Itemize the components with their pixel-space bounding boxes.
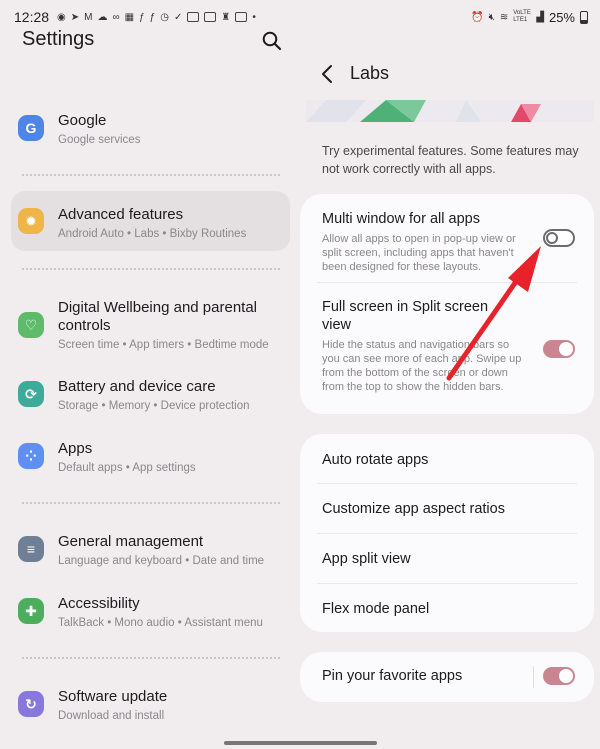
- settings-item-google[interactable]: G Google Google services: [11, 112, 290, 152]
- battery-percent: 25%: [548, 9, 575, 25]
- toggle-knob: [546, 232, 558, 244]
- person-icon: ✚: [18, 598, 44, 624]
- settings-item-general-management[interactable]: ≡ General management Language and keyboa…: [11, 533, 290, 569]
- feature-row-full-screen-split[interactable]: Full screen in Split screen view Hide th…: [322, 298, 526, 394]
- settings-item-title: Software update: [58, 688, 168, 705]
- update-icon: ↻: [18, 691, 44, 717]
- google-icon: G: [18, 115, 44, 141]
- settings-item-subtitle: Google services: [58, 134, 141, 146]
- feature-title: Full screen in Split screen view: [322, 299, 489, 333]
- settings-item-subtitle: Screen time • App timers • Bedtime mode: [58, 339, 269, 351]
- back-button[interactable]: [320, 63, 338, 85]
- clock-icon: ◷: [160, 11, 169, 23]
- settings-item-title: Accessibility: [58, 595, 140, 612]
- alarm-icon: ⏰: [471, 11, 484, 23]
- row-divider: [317, 533, 577, 534]
- facebook-icon: ƒ: [139, 11, 145, 23]
- row-divider-vertical: [533, 666, 534, 688]
- status-bar-right: ⏰ 🔇︎ ≋ VoLTE LTE1 ▟ 25%: [471, 10, 588, 25]
- settings-item-subtitle: Download and install: [58, 710, 165, 722]
- app-badge-icon: [187, 12, 200, 22]
- row-divider: [317, 282, 577, 283]
- apps-grid-icon: ⁘: [18, 443, 44, 469]
- labs-banner-image: [306, 100, 594, 122]
- settings-item-subtitle: Language and keyboard • Date and time: [58, 555, 265, 567]
- settings-item-apps[interactable]: ⁘ Apps Default apps • App settings: [11, 440, 290, 476]
- feature-row-multi-window[interactable]: Multi window for all apps Allow all apps…: [322, 210, 532, 274]
- sliders-icon: ≡: [18, 536, 44, 562]
- divider: [22, 174, 280, 176]
- toggle-knob: [559, 342, 573, 356]
- gesture-home-bar[interactable]: [224, 741, 377, 745]
- toggle-knob: [559, 669, 573, 683]
- pin-favorite-apps-card: Pin your favorite apps: [300, 652, 594, 702]
- settings-item-accessibility[interactable]: ✚ Accessibility TalkBack • Mono audio • …: [11, 595, 290, 631]
- settings-item-title: Digital Wellbeing and parental controls: [58, 299, 258, 334]
- app-badge-icon-2: [204, 12, 217, 22]
- banner-illustration: [306, 100, 594, 122]
- settings-item-digital-wellbeing[interactable]: ♡ Digital Wellbeing and parental control…: [11, 299, 290, 351]
- pin-favorite-apps-label[interactable]: Pin your favorite apps: [322, 668, 462, 684]
- settings-item-advanced-features[interactable]: ✹ Advanced features Android Auto • Labs …: [11, 191, 290, 251]
- settings-title: Settings: [22, 28, 95, 50]
- settings-item-battery-device-care[interactable]: ⟳ Battery and device care Storage • Memo…: [11, 378, 290, 414]
- row-divider: [317, 483, 577, 484]
- telegram-icon: ➤: [70, 11, 80, 23]
- settings-item-subtitle: Android Auto • Labs • Bixby Routines: [58, 228, 247, 240]
- cloud-icon: ☁: [97, 11, 108, 23]
- star-gear-icon: ✹: [18, 208, 44, 234]
- network-label: VoLTE LTE1: [513, 10, 531, 23]
- option-app-split-view[interactable]: App split view: [322, 551, 411, 567]
- calendar-icon: ▦: [124, 11, 135, 23]
- messenger-icon: ◉: [57, 11, 66, 23]
- settings-item-software-update[interactable]: ↻ Software update Download and install: [11, 688, 290, 724]
- pin-favorite-apps-toggle[interactable]: [543, 667, 575, 685]
- labs-intro-text: Try experimental features. Some features…: [322, 144, 579, 176]
- divider: [22, 502, 280, 504]
- settings-item-title: General management: [58, 533, 204, 550]
- check-icon: ✓: [173, 11, 183, 23]
- search-button[interactable]: [261, 30, 283, 52]
- settings-item-subtitle: Storage • Memory • Device protection: [58, 400, 250, 412]
- settings-item-title: Battery and device care: [58, 378, 216, 395]
- feature-description: Hide the status and navigation bars so y…: [322, 339, 522, 393]
- chevron-left-icon: [322, 65, 332, 83]
- status-bar-left: 12:28 ◉ ➤ M ☁ ∞ ▦ ƒ ƒ ◷ ✓ ♜ •: [14, 9, 256, 25]
- app-badge-icon-3: [235, 12, 248, 22]
- settings-item-title: Advanced features: [58, 206, 184, 223]
- link-icon: ∞: [112, 11, 120, 23]
- status-time: 12:28: [14, 9, 50, 25]
- row-divider: [317, 583, 577, 584]
- more-dot-icon: •: [252, 11, 256, 23]
- heart-ring-icon: ♡: [18, 312, 44, 338]
- refresh-ring-icon: ⟳: [18, 381, 44, 407]
- facebook-icon-2: ƒ: [149, 11, 156, 23]
- settings-item-subtitle: Default apps • App settings: [58, 462, 196, 474]
- page-title: Labs: [350, 63, 390, 83]
- feature-description: Allow all apps to open in pop-up view or…: [322, 233, 516, 273]
- signal-icon: ▟: [536, 11, 544, 23]
- runner-icon: ♜: [221, 11, 231, 23]
- option-auto-rotate-apps[interactable]: Auto rotate apps: [322, 452, 428, 468]
- search-icon: [262, 31, 282, 51]
- settings-item-title: Apps: [58, 440, 93, 457]
- full-screen-split-toggle[interactable]: [543, 340, 575, 358]
- experimental-features-card: Multi window for all apps Allow all apps…: [300, 194, 594, 414]
- settings-item-title: Google: [58, 112, 107, 129]
- multi-window-toggle[interactable]: [543, 229, 575, 247]
- divider: [22, 657, 280, 659]
- battery-icon: [580, 10, 588, 24]
- divider: [22, 268, 280, 270]
- settings-item-subtitle: TalkBack • Mono audio • Assistant menu: [58, 617, 263, 629]
- gmail-icon: M: [84, 11, 93, 23]
- feature-title: Multi window for all apps: [322, 211, 480, 227]
- mute-icon: 🔇︎: [488, 11, 495, 23]
- wifi-icon: ≋: [499, 11, 509, 23]
- option-customize-aspect-ratios[interactable]: Customize app aspect ratios: [322, 501, 505, 517]
- labs-options-card: Auto rotate apps Customize app aspect ra…: [300, 434, 594, 632]
- option-flex-mode-panel[interactable]: Flex mode panel: [322, 601, 429, 617]
